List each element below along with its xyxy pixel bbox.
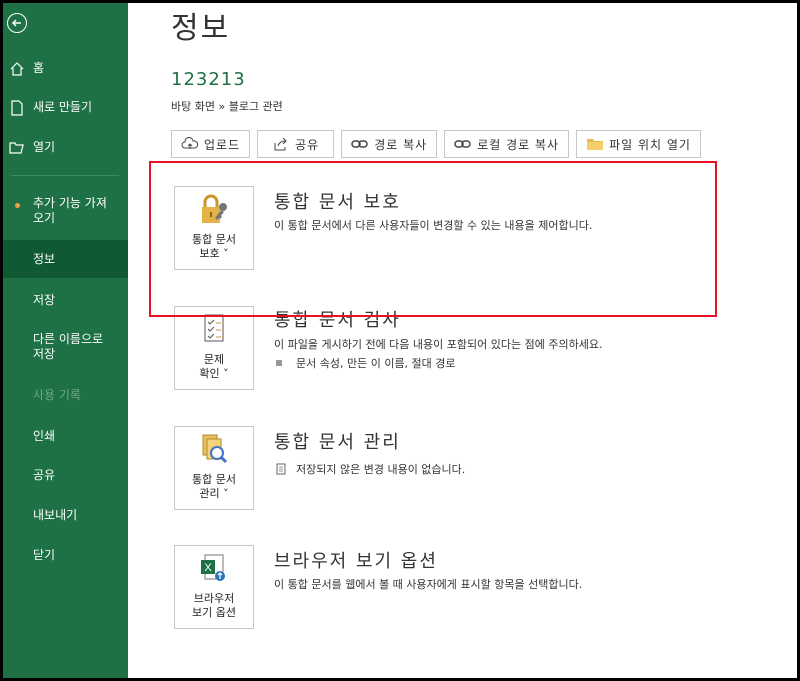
sidebar-item-label: 닫기	[33, 548, 56, 562]
new-document-icon	[11, 100, 23, 116]
sidebar-item-label: 공유	[33, 468, 56, 482]
link-icon	[351, 140, 368, 148]
protect-section-title: 통합 문서 보호	[274, 192, 401, 213]
link-icon	[454, 140, 471, 148]
backstage-window: 홈 새로 만들기 열기 추가 기능 가져 오기 정보 저장 다른 이름으로 저장 사…	[0, 0, 800, 681]
back-button[interactable]	[7, 13, 27, 33]
sidebar-item-history: 사용 기록	[3, 388, 128, 403]
inspect-detail-item: 문서 속성, 만든 이 이름, 절대 경로	[276, 355, 456, 371]
document-icon	[276, 463, 286, 475]
sidebar: 홈 새로 만들기 열기 추가 기능 가져 오기 정보 저장 다른 이름으로 저장 사…	[3, 3, 128, 678]
document-name: 123213	[171, 69, 246, 90]
sidebar-item-label: 내보내기	[33, 508, 78, 522]
manage-workbook-button[interactable]: 통합 문서 관리 ˅	[174, 426, 254, 510]
info-pane: 정보 123213 바탕 화면 » 블로그 관련 업로드 공유 경로 복사 로컬…	[128, 3, 797, 678]
sidebar-item-save-as[interactable]: 다른 이름으로 저장	[3, 332, 128, 362]
copy-local-path-button[interactable]: 로컬 경로 복사	[444, 130, 570, 158]
share-icon	[274, 137, 287, 151]
inspect-section-title: 통합 문서 검사	[274, 310, 401, 331]
manage-section-title: 통합 문서 관리	[274, 432, 401, 453]
protect-workbook-button[interactable]: 통합 문서 보호 ˅	[174, 186, 254, 270]
file-actions-toolbar: 업로드 공유 경로 복사 로컬 경로 복사 파일 위치 열기	[171, 130, 701, 158]
sidebar-item-get-addins[interactable]: 추가 기능 가져 오기	[3, 196, 128, 226]
browser-section-title: 브라우저 보기 옵션	[274, 551, 438, 572]
excel-browser-icon: X	[201, 554, 225, 581]
manage-detail-item: 저장되지 않은 변경 내용이 없습니다.	[276, 461, 465, 477]
document-path[interactable]: 바탕 화면 » 블로그 관련	[171, 98, 283, 114]
sidebar-item-share[interactable]: 공유	[3, 468, 128, 483]
sidebar-item-export[interactable]: 내보내기	[3, 508, 128, 523]
browser-section-description: 이 통합 문서를 웹에서 볼 때 사용자에게 표시할 항목을 선택합니다.	[274, 578, 583, 591]
back-arrow-icon	[11, 19, 21, 27]
open-file-location-button[interactable]: 파일 위치 열기	[576, 130, 701, 158]
copy-path-button[interactable]: 경로 복사	[341, 130, 438, 158]
upload-button[interactable]: 업로드	[171, 130, 251, 158]
notification-dot	[15, 203, 20, 208]
sidebar-item-label: 정보	[33, 251, 56, 266]
checklist-icon	[204, 314, 224, 342]
check-for-issues-button[interactable]: 문제 확인 ˅	[174, 306, 254, 390]
sidebar-item-label: 새로 만들기	[33, 100, 93, 114]
sidebar-item-label: 열기	[33, 140, 56, 154]
sidebar-item-save[interactable]: 저장	[3, 293, 128, 308]
sidebar-item-label: 저장	[33, 293, 56, 307]
sidebar-item-new[interactable]: 새로 만들기	[3, 100, 128, 116]
home-icon	[10, 62, 24, 76]
sidebar-item-label: 추가 기능 가져 오기	[33, 196, 107, 225]
bullet-square-icon	[276, 360, 282, 366]
sidebar-item-home[interactable]: 홈	[3, 61, 128, 76]
cloud-upload-icon	[181, 137, 199, 149]
sidebar-item-print[interactable]: 인쇄	[3, 429, 128, 444]
protect-section-description: 이 통합 문서에서 다른 사용자들이 변경할 수 있는 내용을 제어합니다.	[274, 219, 593, 232]
sidebar-item-label: 홈	[33, 61, 45, 75]
svg-text:X: X	[204, 562, 212, 574]
open-folder-icon	[9, 142, 24, 154]
sidebar-item-label: 사용 기록	[33, 388, 81, 402]
share-button[interactable]: 공유	[257, 130, 335, 158]
sidebar-item-info[interactable]: 정보	[3, 240, 128, 278]
browser-view-options-button[interactable]: X 브라우저 보기 옵션	[174, 545, 254, 629]
inspect-section-description: 이 파일을 게시하기 전에 다음 내용이 포함되어 있다는 점에 주의하세요.	[274, 338, 603, 351]
sidebar-divider	[11, 175, 119, 176]
folder-icon	[587, 139, 604, 150]
page-title: 정보	[171, 11, 231, 46]
sidebar-item-close[interactable]: 닫기	[3, 548, 128, 563]
sidebar-item-label: 다른 이름으로 저장	[33, 332, 104, 361]
sidebar-item-open[interactable]: 열기	[3, 140, 128, 155]
sidebar-item-label: 인쇄	[33, 429, 56, 443]
manage-workbook-icon	[202, 434, 228, 464]
lock-key-icon	[202, 194, 227, 223]
